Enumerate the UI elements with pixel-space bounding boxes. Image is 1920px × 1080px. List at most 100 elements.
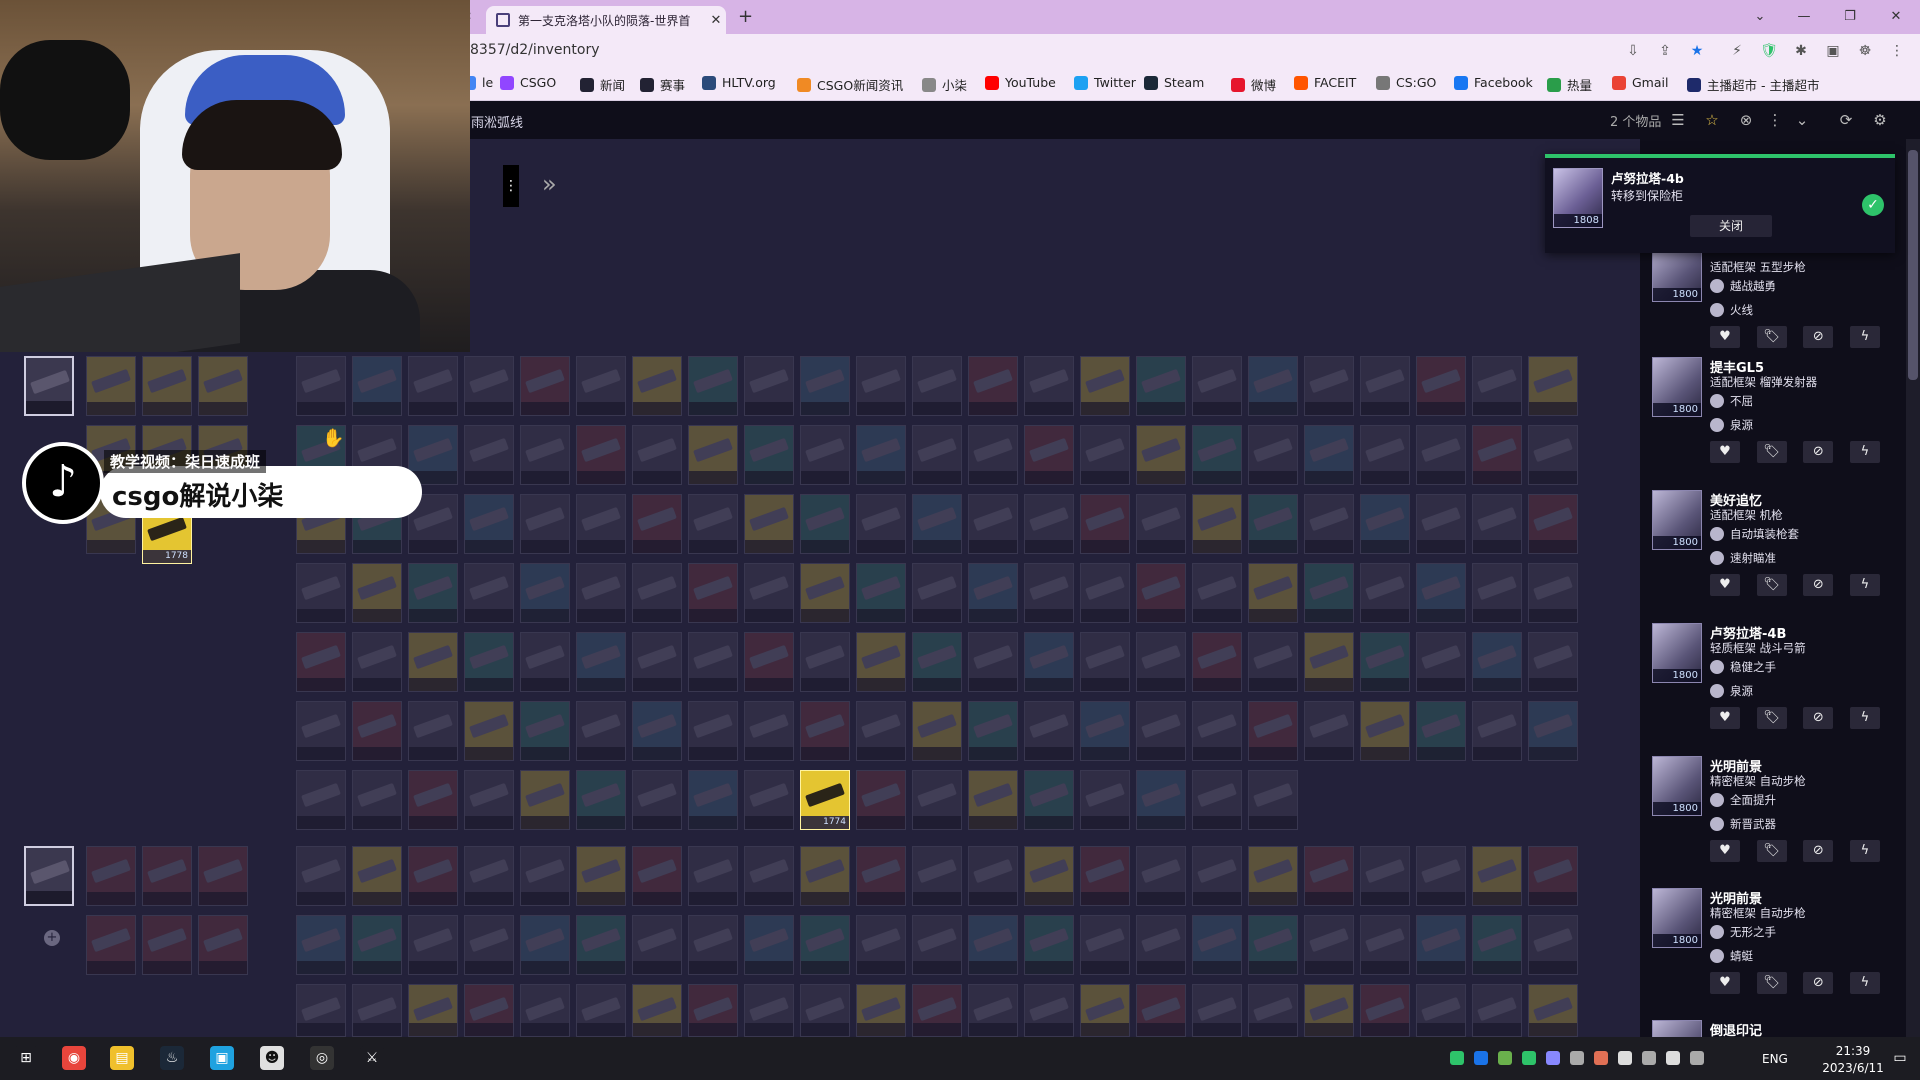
favorite-icon[interactable]: ♥ — [1710, 972, 1740, 994]
tab-search-icon[interactable]: ⌄ — [1744, 6, 1776, 28]
inventory-item-tile[interactable] — [520, 563, 570, 623]
inventory-item-tile[interactable] — [1024, 770, 1074, 830]
inventory-item-tile[interactable] — [1528, 632, 1578, 692]
inventory-item-tile[interactable] — [576, 770, 626, 830]
inventory-item-tile[interactable] — [576, 701, 626, 761]
inventory-item-tile[interactable] — [1416, 494, 1466, 554]
weapon-perk[interactable]: 新晋武器 — [1710, 816, 1776, 832]
weapon-perk[interactable]: 泉源 — [1710, 683, 1753, 699]
side-item-tile[interactable] — [198, 846, 248, 906]
inventory-item-tile[interactable] — [1528, 846, 1578, 906]
inventory-item-tile[interactable] — [576, 563, 626, 623]
inventory-item-tile[interactable] — [1080, 701, 1130, 761]
side-item-tile[interactable] — [142, 356, 192, 416]
inventory-item-tile[interactable] — [744, 563, 794, 623]
inventory-item-tile[interactable] — [1304, 915, 1354, 975]
bookmark-news[interactable]: 新闻 — [580, 75, 625, 94]
inventory-item-tile[interactable] — [1528, 984, 1578, 1037]
inventory-item-tile[interactable] — [352, 770, 402, 830]
bookmark-weibo[interactable]: 微博 — [1231, 75, 1276, 94]
inventory-item-tile[interactable] — [1304, 632, 1354, 692]
inventory-item-tile[interactable] — [1416, 425, 1466, 485]
inventory-item-tile[interactable] — [1416, 915, 1466, 975]
tag-icon[interactable]: 🏷 — [1756, 707, 1787, 729]
inventory-item-tile[interactable] — [1136, 701, 1186, 761]
inventory-item-tile[interactable] — [1472, 494, 1522, 554]
inventory-item-tile[interactable] — [576, 846, 626, 906]
inventory-item-tile[interactable] — [1192, 984, 1242, 1037]
tag-icon[interactable]: 🏷 — [1756, 972, 1787, 994]
restore-button[interactable]: ❐ — [1834, 6, 1866, 28]
inventory-item-tile[interactable] — [464, 846, 514, 906]
inventory-item-tile[interactable] — [1360, 915, 1410, 975]
weapon-thumbnail[interactable]: 1800 — [1652, 357, 1702, 417]
inventory-item-tile[interactable] — [1304, 356, 1354, 416]
add-icon[interactable]: + — [44, 930, 60, 946]
inventory-item-tile[interactable] — [296, 984, 346, 1037]
inventory-item-tile[interactable] — [1192, 494, 1242, 554]
inventory-item-tile[interactable] — [1248, 915, 1298, 975]
inventory-item-tile[interactable] — [912, 984, 962, 1037]
inventory-item-tile[interactable] — [520, 425, 570, 485]
inventory-item-tile[interactable] — [1248, 770, 1298, 830]
inventory-item-tile[interactable] — [800, 563, 850, 623]
url-field[interactable]: 8357/d2/inventory — [470, 42, 600, 58]
inventory-item-tile[interactable] — [408, 915, 458, 975]
inventory-item-tile[interactable] — [1248, 984, 1298, 1037]
inventory-item-tile[interactable] — [1472, 984, 1522, 1037]
inventory-item-tile[interactable] — [800, 915, 850, 975]
inventory-item-tile[interactable] — [464, 770, 514, 830]
inventory-item-tile[interactable] — [1080, 632, 1130, 692]
inventory-item-tile[interactable] — [1248, 701, 1298, 761]
inventory-item-tile[interactable] — [296, 563, 346, 623]
bookmark-csgo[interactable]: CS:GO — [1376, 75, 1436, 90]
inventory-item-tile[interactable] — [1472, 701, 1522, 761]
inventory-item-tile[interactable] — [296, 632, 346, 692]
inventory-item-tile[interactable] — [744, 425, 794, 485]
qq-icon[interactable]: ☻ — [260, 1046, 284, 1070]
inventory-item-tile[interactable] — [1136, 563, 1186, 623]
inventory-item-tile[interactable] — [912, 701, 962, 761]
inventory-item-tile[interactable] — [968, 984, 1018, 1037]
inventory-item-tile[interactable] — [744, 770, 794, 830]
inventory-item-tile[interactable] — [352, 701, 402, 761]
inventory-item-tile[interactable] — [1416, 701, 1466, 761]
inventory-item-tile[interactable] — [688, 984, 738, 1037]
lock-icon[interactable]: ⊘ — [1803, 707, 1834, 729]
new-tab-button[interactable]: + — [738, 6, 753, 27]
inventory-item-tile[interactable] — [520, 494, 570, 554]
inventory-item-tile[interactable] — [464, 632, 514, 692]
inventory-item-tile[interactable] — [576, 425, 626, 485]
weapon-perk[interactable]: 全面提升 — [1710, 792, 1776, 808]
bookmark-facebook[interactable]: Facebook — [1454, 75, 1533, 90]
inventory-item-tile[interactable] — [912, 770, 962, 830]
inventory-item-tile[interactable] — [1024, 563, 1074, 623]
inventory-item-tile[interactable] — [408, 563, 458, 623]
inventory-item-tile[interactable] — [912, 846, 962, 906]
inventory-item-tile[interactable] — [408, 701, 458, 761]
inventory-item-tile[interactable] — [1192, 632, 1242, 692]
inventory-item-tile[interactable] — [856, 984, 906, 1037]
inventory-item-tile[interactable] — [856, 563, 906, 623]
clear-icon[interactable]: ⊗ — [1736, 110, 1756, 130]
tag-icon[interactable]: 🏷 — [1756, 326, 1787, 348]
inventory-item-tile[interactable] — [688, 563, 738, 623]
lock-icon[interactable]: ⊘ — [1803, 574, 1834, 596]
tray-icon[interactable] — [1450, 1051, 1464, 1065]
inventory-item-tile[interactable] — [1360, 701, 1410, 761]
inventory-item-tile[interactable] — [1528, 425, 1578, 485]
weapon-perk[interactable]: 不屈 — [1710, 393, 1753, 409]
bookmark-twitter[interactable]: Twitter — [1074, 75, 1136, 90]
inventory-item-tile[interactable] — [1528, 701, 1578, 761]
inventory-item-tile[interactable] — [352, 915, 402, 975]
inventory-item-tile[interactable] — [744, 494, 794, 554]
inventory-item-tile[interactable] — [1248, 425, 1298, 485]
inventory-item-tile[interactable] — [1248, 494, 1298, 554]
inventory-item-tile[interactable] — [856, 425, 906, 485]
bookmark-steam[interactable]: Steam — [1144, 75, 1204, 90]
inventory-item-tile[interactable] — [576, 356, 626, 416]
inventory-item-tile[interactable] — [1080, 770, 1130, 830]
inventory-item-tile[interactable] — [576, 632, 626, 692]
tray-icon[interactable] — [1666, 1051, 1680, 1065]
inventory-item-tile[interactable] — [464, 701, 514, 761]
